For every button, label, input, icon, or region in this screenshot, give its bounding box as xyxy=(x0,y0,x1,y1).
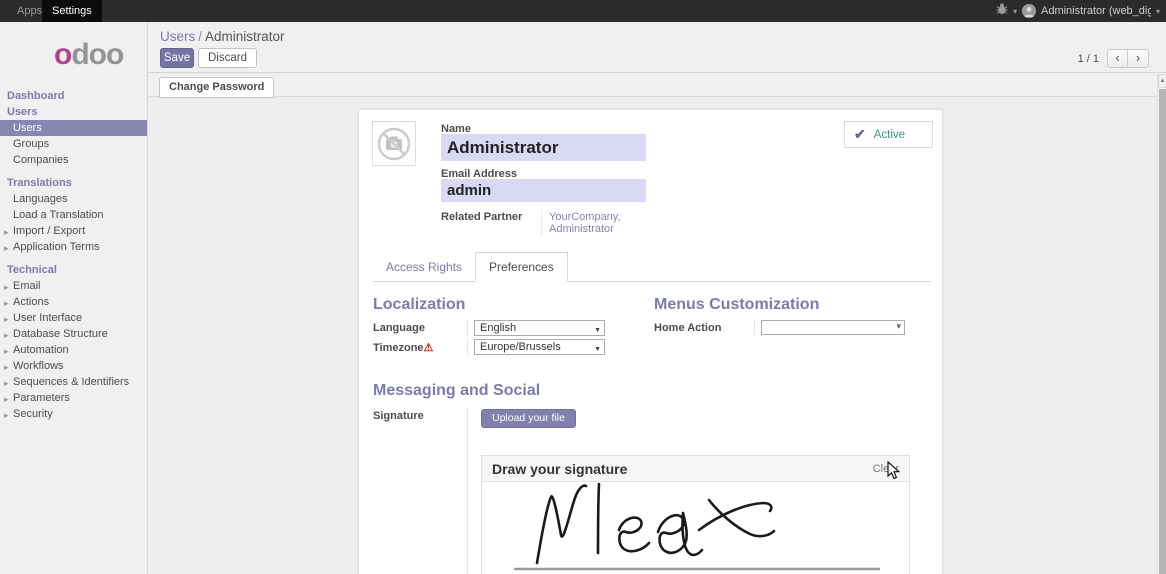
expand-caret-icon: ▸ xyxy=(4,377,9,389)
sidebar-item-import-export[interactable]: ▸Import / Export xyxy=(0,223,147,239)
scrollbar-thumb[interactable] xyxy=(1159,89,1166,574)
tab-preferences[interactable]: Preferences xyxy=(475,252,568,282)
email-input[interactable] xyxy=(441,179,646,202)
timezone-label: Timezone⚠ xyxy=(373,339,467,354)
sidebar-item-users[interactable]: Users xyxy=(0,120,147,136)
pager-next-button[interactable]: › xyxy=(1128,49,1149,68)
user-image-placeholder[interactable] xyxy=(372,121,416,166)
expand-caret-icon: ▸ xyxy=(4,361,9,373)
sidebar-item-user-interface[interactable]: ▸User Interface xyxy=(0,310,147,326)
pager-prev-button[interactable]: ‹ xyxy=(1107,49,1128,68)
signature-canvas[interactable] xyxy=(482,456,911,574)
language-label: Language xyxy=(373,320,467,334)
chevron-down-icon[interactable]: ▾ xyxy=(1013,7,1017,16)
menus-customization-title: Menus Customization xyxy=(654,296,926,314)
warning-icon: ⚠ xyxy=(424,342,434,354)
breadcrumb: Users/Administrator xyxy=(160,29,285,44)
related-partner-link[interactable]: YourCompany, Administrator xyxy=(541,209,621,237)
scroll-up-button[interactable]: ▲ xyxy=(1158,74,1166,88)
notebook-tabs: Access Rights Preferences xyxy=(373,254,931,282)
messaging-title: Messaging and Social xyxy=(373,382,931,400)
expand-caret-icon: ▸ xyxy=(4,297,9,309)
pager-count: 1 / 1 xyxy=(1078,53,1099,65)
sidebar-item-load-a-translation[interactable]: Load a Translation xyxy=(0,207,147,223)
action-bar: Change Password xyxy=(148,73,1166,97)
sidebar-section-dashboard[interactable]: Dashboard xyxy=(0,88,147,104)
expand-caret-icon: ▸ xyxy=(4,393,9,405)
signature-panel: Draw your signature Clear xyxy=(481,455,910,574)
sidebar-item-email[interactable]: ▸Email xyxy=(0,278,147,294)
signature-label: Signature xyxy=(373,408,467,574)
localization-title: Localization xyxy=(373,296,635,314)
form-sheet: Name Email Address ✔ Active Related Part… xyxy=(358,109,943,574)
home-action-combobox[interactable]: ▾ xyxy=(761,320,905,335)
sidebar-section-translations[interactable]: Translations xyxy=(0,175,147,191)
active-checkbox[interactable]: ✔ Active xyxy=(844,121,933,148)
sidebar-item-workflows[interactable]: ▸Workflows xyxy=(0,358,147,374)
vertical-scrollbar[interactable]: ▲ xyxy=(1157,74,1166,574)
menus-customization-group: Menus Customization Home Action ▾ xyxy=(654,296,926,335)
related-partner-label: Related Partner xyxy=(441,211,522,223)
tab-access-rights[interactable]: Access Rights xyxy=(373,253,475,281)
sidebar-item-security[interactable]: ▸Security xyxy=(0,406,147,422)
odoo-logo: odoo xyxy=(0,22,147,72)
topbar-menu-settings[interactable]: Settings xyxy=(42,0,102,22)
sidebar-item-actions[interactable]: ▸Actions xyxy=(0,294,147,310)
select-arrow-icon: ▼ xyxy=(594,324,601,338)
combo-arrow-icon: ▾ xyxy=(896,321,901,332)
sidebar-section-users[interactable]: Users xyxy=(0,104,147,120)
expand-caret-icon: ▸ xyxy=(4,329,9,341)
expand-caret-icon: ▸ xyxy=(4,281,9,293)
topbar: Apps Settings ▾ Administrator (web_dig..… xyxy=(0,0,1166,22)
page-header: Users/Administrator Save Discard 1 / 1 ‹… xyxy=(148,22,1166,73)
upload-file-button[interactable]: Upload your file xyxy=(481,409,576,428)
select-arrow-icon: ▼ xyxy=(594,343,601,357)
checkmark-icon: ✔ xyxy=(854,126,866,143)
sidebar-section-technical[interactable]: Technical xyxy=(0,262,147,278)
sidebar-item-database-structure[interactable]: ▸Database Structure xyxy=(0,326,147,342)
sidebar-item-groups[interactable]: Groups xyxy=(0,136,147,152)
discard-button[interactable]: Discard xyxy=(198,48,257,68)
breadcrumb-current: Administrator xyxy=(205,29,285,44)
change-password-button[interactable]: Change Password xyxy=(159,77,274,98)
avatar[interactable] xyxy=(1022,4,1036,18)
expand-caret-icon: ▸ xyxy=(4,242,9,254)
timezone-select[interactable]: Europe/Brussels ▼ xyxy=(474,339,605,355)
name-input[interactable] xyxy=(441,134,646,161)
expand-caret-icon: ▸ xyxy=(4,313,9,325)
home-action-label: Home Action xyxy=(654,320,754,334)
expand-caret-icon: ▸ xyxy=(4,409,9,421)
content-area: Name Email Address ✔ Active Related Part… xyxy=(148,98,1157,574)
messaging-group: Messaging and Social Signature Upload yo… xyxy=(373,382,931,574)
sidebar-item-application-terms[interactable]: ▸Application Terms xyxy=(0,239,147,255)
sidebar-item-sequences-identifiers[interactable]: ▸Sequences & Identifiers xyxy=(0,374,147,390)
localization-group: Localization Language English ▼ Timezone… xyxy=(373,296,635,355)
expand-caret-icon: ▸ xyxy=(4,226,9,238)
sidebar-item-companies[interactable]: Companies xyxy=(0,152,147,168)
active-label: Active xyxy=(874,129,905,141)
chevron-down-icon[interactable]: ▾ xyxy=(1156,7,1160,16)
save-button[interactable]: Save xyxy=(160,48,194,68)
sidebar-item-automation[interactable]: ▸Automation xyxy=(0,342,147,358)
user-menu[interactable]: Administrator (web_dig... xyxy=(1041,5,1151,17)
sidebar-item-languages[interactable]: Languages xyxy=(0,191,147,207)
sidebar: odoo Dashboard Users Users Groups Compan… xyxy=(0,22,148,574)
bug-icon[interactable] xyxy=(996,2,1008,20)
breadcrumb-users-link[interactable]: Users xyxy=(160,29,195,44)
language-select[interactable]: English ▼ xyxy=(474,320,605,336)
sidebar-item-parameters[interactable]: ▸Parameters xyxy=(0,390,147,406)
expand-caret-icon: ▸ xyxy=(4,345,9,357)
